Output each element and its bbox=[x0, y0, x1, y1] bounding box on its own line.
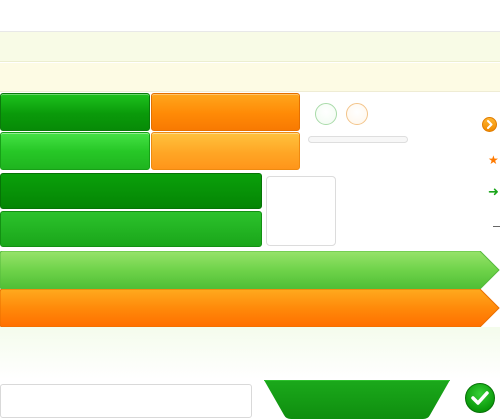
orange-arrow-bar[interactable] bbox=[0, 289, 500, 327]
check-icon[interactable] bbox=[465, 383, 495, 413]
top-input-field[interactable] bbox=[0, 0, 500, 32]
green-dark-button[interactable] bbox=[0, 93, 150, 131]
orange-light-button[interactable] bbox=[151, 132, 300, 170]
mini-progress-bar bbox=[308, 136, 408, 143]
orange-radio-circle[interactable] bbox=[346, 103, 368, 125]
green-wide-button-light[interactable] bbox=[0, 211, 262, 247]
light-green-band bbox=[0, 32, 500, 62]
green-radio-circle[interactable] bbox=[315, 103, 337, 125]
light-green-panel bbox=[0, 327, 500, 379]
green-tray-button[interactable] bbox=[264, 380, 450, 419]
dash-icon bbox=[493, 226, 500, 227]
green-arrow-bar[interactable] bbox=[0, 251, 500, 289]
light-yellow-band bbox=[0, 63, 500, 92]
chevron-right-icon[interactable] bbox=[482, 117, 497, 132]
bottom-input-field[interactable] bbox=[0, 384, 252, 418]
orange-dark-button[interactable] bbox=[151, 93, 300, 131]
green-light-button[interactable] bbox=[0, 132, 150, 170]
green-wide-button-dark[interactable] bbox=[0, 173, 262, 209]
empty-box bbox=[266, 176, 336, 246]
arrow-right-icon: ➜ bbox=[488, 185, 499, 200]
star-icon: ★ bbox=[488, 153, 499, 167]
